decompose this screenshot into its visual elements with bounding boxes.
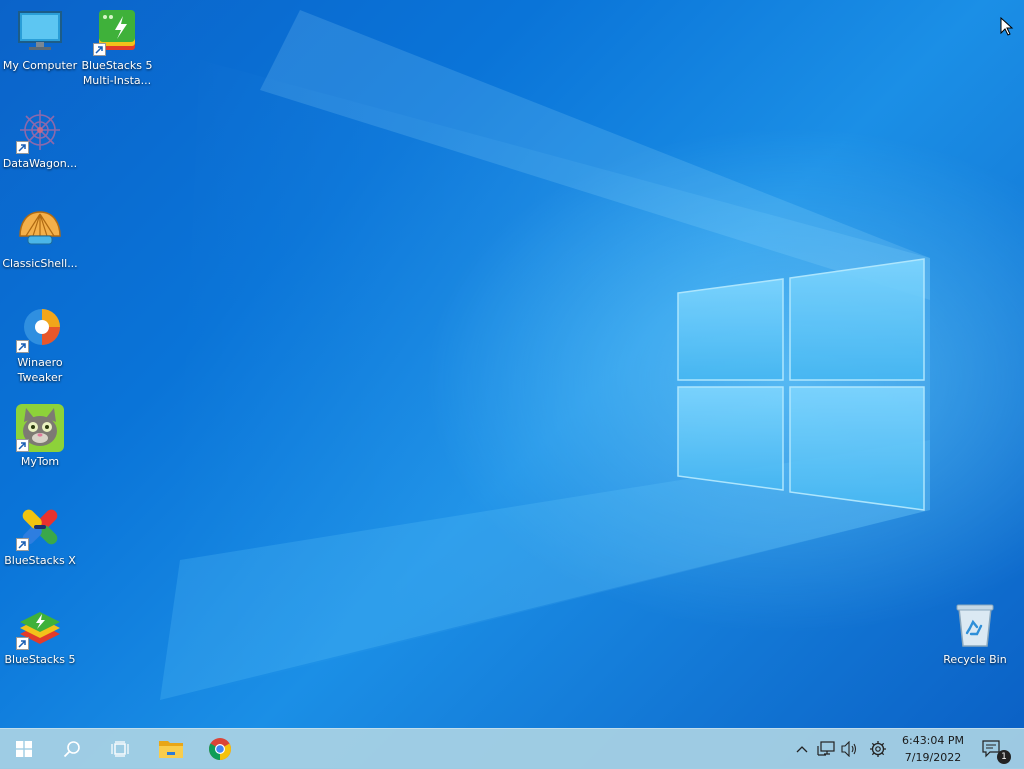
taskbar: 6:43:04 PM 7/19/2022 1 (0, 728, 1024, 769)
bluestacks-x-icon (16, 503, 64, 551)
file-explorer-button[interactable] (147, 729, 195, 769)
desktop: My Computer BlueStacks 5 Multi-Insta... (0, 0, 1024, 728)
desktop-icon-label: DataWagon... (2, 157, 78, 170)
datawagon-icon (16, 106, 64, 154)
recycle-bin-icon (951, 602, 999, 650)
search-button[interactable] (48, 729, 96, 769)
action-center-button[interactable]: 1 (970, 729, 1018, 769)
clock-time: 6:43:04 PM (901, 734, 965, 747)
shortcut-arrow-icon (16, 141, 29, 154)
desktop-icon-classic-shell[interactable]: ClassicShell... (0, 206, 80, 271)
desktop-icon-label: BlueStacks 5 Multi-Insta... (81, 59, 153, 87)
desktop-icon-recycle-bin[interactable]: Recycle Bin (935, 602, 1015, 667)
settings-gear-icon (870, 741, 886, 757)
start-button[interactable] (0, 729, 48, 769)
desktop-icon-label: BlueStacks X (4, 554, 76, 567)
desktop-icon-label: ClassicShell... (2, 257, 78, 270)
chrome-icon (209, 738, 231, 760)
winaero-tweaker-icon (16, 305, 64, 353)
search-icon (63, 741, 80, 758)
desktop-icon-label: My Computer (2, 59, 78, 72)
chrome-button[interactable] (196, 729, 244, 769)
network-button[interactable] (814, 729, 838, 769)
shortcut-arrow-icon (93, 43, 106, 56)
clock-date: 7/19/2022 (904, 751, 962, 764)
desktop-icon-bluestacks-x[interactable]: BlueStacks X (0, 503, 80, 568)
desktop-icon-label: MyTom (20, 455, 60, 468)
bluestacks-multi-instance-icon (93, 8, 141, 56)
windows-start-icon (16, 741, 32, 757)
task-view-icon (111, 741, 129, 757)
task-view-button[interactable] (96, 729, 144, 769)
network-icon (817, 741, 835, 756)
settings-button[interactable] (866, 729, 890, 769)
show-hidden-icons-button[interactable] (790, 729, 814, 769)
volume-icon (841, 741, 857, 757)
shortcut-arrow-icon (16, 637, 29, 650)
desktop-icon-mytom[interactable]: MyTom (0, 404, 80, 469)
mytom-icon (16, 404, 64, 452)
desktop-icon-my-computer[interactable]: My Computer (0, 8, 80, 73)
shortcut-arrow-icon (16, 538, 29, 551)
chevron-up-icon (796, 746, 808, 753)
bluestacks-5-icon (16, 602, 64, 650)
volume-button[interactable] (838, 729, 862, 769)
desktop-icon-label: Recycle Bin (943, 653, 1007, 666)
desktop-icon-label: BlueStacks 5 (4, 653, 76, 666)
desktop-icon-bluestacks-5[interactable]: BlueStacks 5 (0, 602, 80, 667)
desktop-icon-datawagon[interactable]: DataWagon... (0, 106, 80, 171)
shortcut-arrow-icon (16, 340, 29, 353)
notification-count-badge: 1 (997, 750, 1011, 764)
classic-shell-icon (16, 206, 64, 254)
desktop-icon-bluestacks-multi-instance[interactable]: BlueStacks 5 Multi-Insta... (77, 8, 157, 88)
clock[interactable]: 6:43:04 PM 7/19/2022 (896, 732, 970, 766)
windows-logo-wallpaper (677, 258, 925, 511)
monitor-icon (16, 8, 64, 56)
shortcut-arrow-icon (16, 439, 29, 452)
desktop-icon-winaero-tweaker[interactable]: Winaero Tweaker (0, 305, 80, 385)
desktop-icon-label: Winaero Tweaker (17, 356, 63, 384)
file-explorer-icon (159, 741, 183, 758)
mouse-cursor-icon (1000, 17, 1014, 36)
